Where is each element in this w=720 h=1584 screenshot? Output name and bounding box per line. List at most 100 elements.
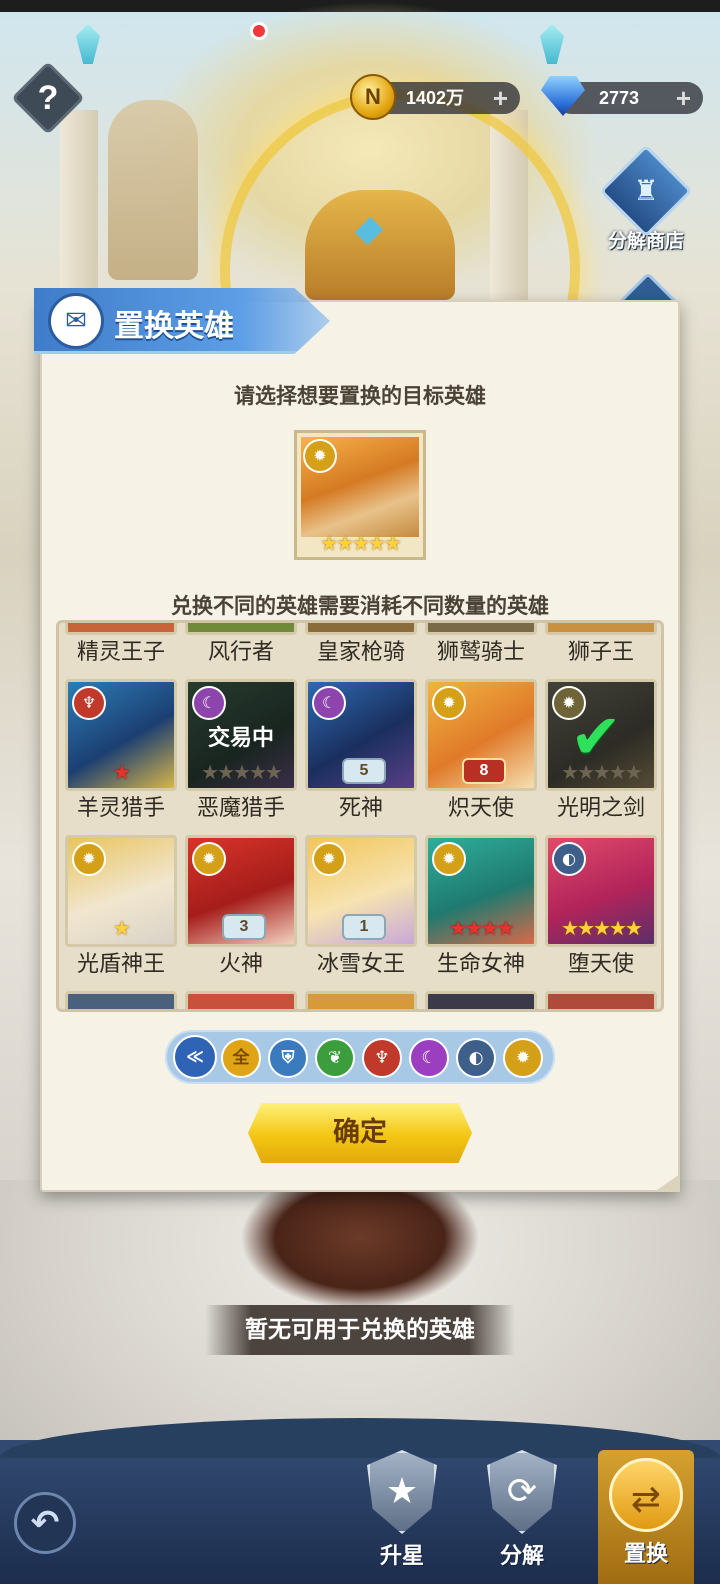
helmet-filter-icon[interactable]: ⛨ xyxy=(268,1038,308,1078)
select-target-prompt: 请选择想要置换的目标英雄 xyxy=(234,384,486,408)
hero-stars: ★★★★★ xyxy=(561,760,643,784)
hero-card[interactable]: ☾ 5 死神 xyxy=(305,679,417,823)
notification-dot xyxy=(250,22,268,40)
hero-name: 精灵王子 xyxy=(76,640,165,665)
recycle-shield-icon: ⟳ xyxy=(487,1450,557,1534)
hero-name: 狮鹫骑士 xyxy=(436,640,525,665)
tab-swap[interactable]: ⇄ 置换 xyxy=(598,1450,694,1584)
add-gold-button[interactable]: + xyxy=(493,82,508,114)
add-diamond-button[interactable]: + xyxy=(676,82,691,114)
hero-rank: 5 xyxy=(342,758,386,784)
hero-stars: ★★★★ xyxy=(449,916,515,940)
hero-rank: 3 xyxy=(222,914,266,940)
light-element-icon: ✹ xyxy=(432,842,466,876)
hero-name: 皇家枪骑 xyxy=(316,640,405,665)
scroll-icon: ✉ xyxy=(48,293,104,349)
hero-grid[interactable]: 精灵王子 风行者 皇家枪骑 狮鹫骑士 狮子王 ♆ ★ 羊灵猎手 ☾ 交易中 ★★… xyxy=(56,620,664,1012)
hero-portrait xyxy=(545,991,657,1009)
hero-portrait: ✹ 1 xyxy=(305,835,417,947)
light-element-icon: ✹ xyxy=(432,686,466,720)
trading-status: 交易中 xyxy=(207,726,274,751)
hero-name: 炽天使 xyxy=(447,796,514,821)
confirm-button[interactable]: 确定 xyxy=(248,1103,472,1163)
back-button[interactable]: ↶ xyxy=(14,1492,76,1554)
hero-name: 羊灵猎手 xyxy=(76,796,165,821)
dark-filter-icon[interactable]: ◐ xyxy=(456,1038,496,1078)
swap-icon: ⇄ xyxy=(609,1458,683,1532)
hero-card[interactable]: ♆ ★ 羊灵猎手 xyxy=(65,679,177,823)
hero-stars: ★ xyxy=(113,916,131,940)
hero-stars: ★ xyxy=(113,760,131,784)
dialog-title: 置换英雄 xyxy=(114,309,234,344)
hero-card[interactable]: ✹ 3 火神 xyxy=(185,835,297,979)
shadow-element-icon: ☾ xyxy=(312,686,346,720)
hero-card[interactable]: ✹ ★ 光盾神王 xyxy=(65,835,177,979)
decompose-shop-button[interactable]: ♜ 分解商店 xyxy=(598,144,694,258)
hero-name: 风行者 xyxy=(207,640,274,665)
hero-card[interactable]: ✹ ✔ ★★★★★ 光明之剑 xyxy=(545,679,657,823)
tab-decompose-label: 分解 xyxy=(499,1544,544,1569)
hero-portrait: ✹ ★★★★ xyxy=(425,835,537,947)
tab-star-up-label: 升星 xyxy=(379,1544,424,1569)
hero-card[interactable]: 风行者 xyxy=(185,623,297,667)
hero-name: 恶魔猎手 xyxy=(196,796,285,821)
hero-portrait xyxy=(425,623,537,635)
collapse-filter-button[interactable]: ≪ xyxy=(173,1035,217,1079)
shadow-filter-icon[interactable]: ☾ xyxy=(409,1038,449,1078)
light-filter-icon[interactable]: ✹ xyxy=(503,1038,543,1078)
hero-name: 光盾神王 xyxy=(76,952,165,977)
shop-icon: ♜ xyxy=(599,144,693,238)
empty-message: 暂无可用于兑换的英雄 xyxy=(205,1305,515,1355)
nature-filter-icon[interactable]: ❦ xyxy=(315,1038,355,1078)
hero-portrait: ✹ ✔ ★★★★★ xyxy=(545,679,657,791)
background-hero-crown xyxy=(305,190,455,300)
hero-card[interactable]: 狮子王 xyxy=(545,623,657,667)
hero-portrait xyxy=(425,991,537,1009)
help-icon: ? xyxy=(37,79,59,117)
exchange-note: 兑换不同的英雄需要消耗不同数量的英雄 xyxy=(171,594,549,618)
hero-card[interactable]: ◐ ★★★★★ 堕天使 xyxy=(545,835,657,979)
hero-portrait xyxy=(185,991,297,1009)
target-hero-slot[interactable]: ✹ ★★★★★ xyxy=(294,430,426,560)
hero-card[interactable] xyxy=(65,991,177,1009)
hero-card[interactable]: 精灵王子 xyxy=(65,623,177,667)
hero-card[interactable] xyxy=(305,991,417,1009)
gold-counter: N 1402万 + xyxy=(350,74,520,120)
demon-filter-icon[interactable]: ♆ xyxy=(362,1038,402,1078)
hero-card[interactable]: ☾ 交易中 ★★★★★ 恶魔猎手 xyxy=(185,679,297,823)
hero-portrait: ♆ ★ xyxy=(65,679,177,791)
hero-portrait xyxy=(305,991,417,1009)
light-element-icon: ✹ xyxy=(312,842,346,876)
shadow-element-icon: ☾ xyxy=(192,686,226,720)
hero-portrait xyxy=(545,623,657,635)
background-hero-silhouette xyxy=(240,1190,480,1310)
hero-card[interactable]: 狮鹫骑士 xyxy=(425,623,537,667)
hero-card[interactable] xyxy=(425,991,537,1009)
hero-stars: ★★★★★ xyxy=(561,916,643,940)
diamond-counter: 2773 + xyxy=(541,76,703,116)
hero-name: 火神 xyxy=(218,952,263,977)
hero-name: 生命女神 xyxy=(436,952,525,977)
hero-portrait: ☾ 交易中 ★★★★★ xyxy=(185,679,297,791)
hero-portrait xyxy=(65,623,177,635)
demon-element-icon: ♆ xyxy=(72,686,106,720)
hero-stars: ★★★★★ xyxy=(201,760,283,784)
hero-portrait xyxy=(305,623,417,635)
filter-all-button[interactable]: 全 xyxy=(221,1038,261,1078)
hero-card[interactable] xyxy=(545,991,657,1009)
tab-decompose[interactable]: ⟳ 分解 xyxy=(474,1450,570,1584)
hero-portrait: ✹ 8 xyxy=(425,679,537,791)
coin-icon: N xyxy=(350,74,396,120)
hero-card[interactable]: 皇家枪骑 xyxy=(305,623,417,667)
hero-card[interactable] xyxy=(185,991,297,1009)
crystal-decoration xyxy=(76,24,100,64)
hero-card[interactable]: ✹ ★★★★ 生命女神 xyxy=(425,835,537,979)
dark-element-icon: ◐ xyxy=(552,842,586,876)
hero-card[interactable]: ✹ 1 冰雪女王 xyxy=(305,835,417,979)
star-shield-icon: ★ xyxy=(367,1450,437,1534)
hero-name: 死神 xyxy=(338,796,383,821)
hero-card[interactable]: ✹ 8 炽天使 xyxy=(425,679,537,823)
light-element-icon: ✹ xyxy=(192,842,226,876)
element-filter-bar: ≪ 全 ⛨ ❦ ♆ ☾ ◐ ✹ xyxy=(165,1030,555,1084)
tab-star-up[interactable]: ★ 升星 xyxy=(354,1450,450,1584)
